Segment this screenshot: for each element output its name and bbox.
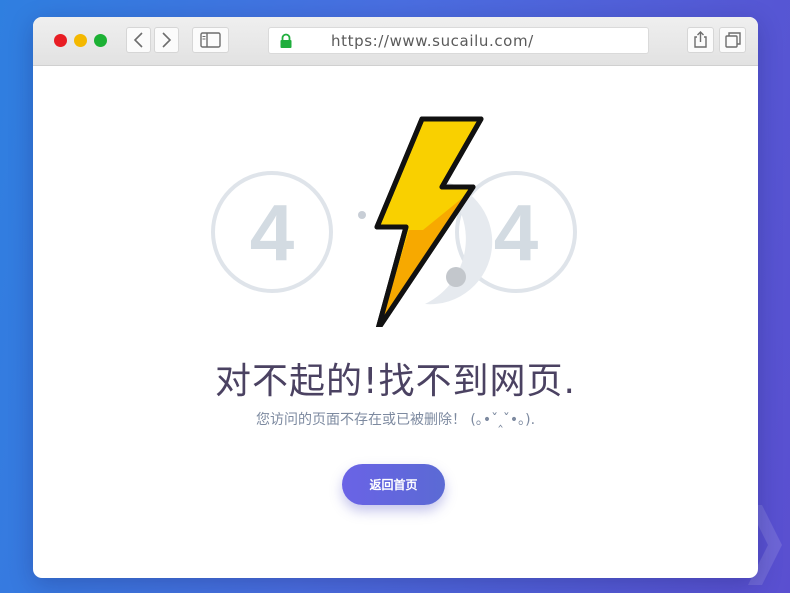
- sidebar-icon: [200, 32, 221, 48]
- error-title: 对不起的!找不到网页.: [215, 361, 576, 402]
- tabs-icon: [725, 32, 741, 48]
- forward-button[interactable]: [154, 27, 179, 53]
- url-text: https://www.sucailu.com/: [331, 32, 534, 50]
- share-icon: [694, 31, 707, 48]
- chevron-right-icon: [162, 32, 172, 48]
- lock-icon: [280, 33, 292, 48]
- tabs-overview-button[interactable]: [719, 27, 746, 53]
- minimize-window-button[interactable]: [74, 34, 87, 47]
- digit-circle-left: 4: [211, 171, 333, 293]
- browser-window: https://www.sucailu.com/ 4 4 对不起的!找不到网页.…: [33, 17, 758, 578]
- error-subtitle: 您访问的页面不存在或已被删除！ (｡•ˇ‸ˇ•｡).: [255, 412, 536, 428]
- chevron-left-icon: [133, 32, 143, 48]
- sidebar-toggle-button[interactable]: [192, 27, 229, 53]
- digit-left: 4: [250, 188, 295, 277]
- share-button[interactable]: [687, 27, 714, 53]
- back-button[interactable]: [126, 27, 151, 53]
- return-home-button[interactable]: 返回首页: [342, 464, 445, 505]
- browser-toolbar: https://www.sucailu.com/: [33, 17, 758, 66]
- error-404-illustration: 4 4: [211, 116, 577, 327]
- address-bar[interactable]: https://www.sucailu.com/: [268, 27, 649, 54]
- digit-right: 4: [494, 188, 539, 277]
- maximize-window-button[interactable]: [94, 34, 107, 47]
- close-window-button[interactable]: [54, 34, 67, 47]
